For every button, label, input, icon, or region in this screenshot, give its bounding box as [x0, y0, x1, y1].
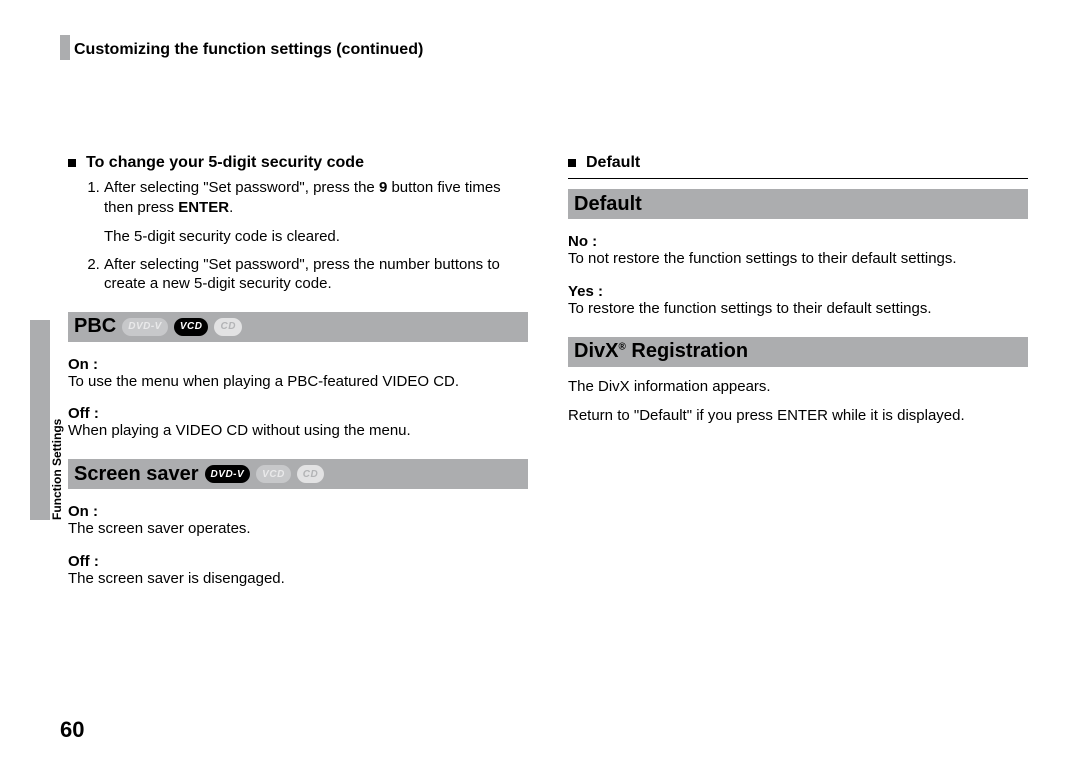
step-1-enter: ENTER: [178, 199, 229, 216]
screensaver-pill-vcd: VCD: [256, 465, 291, 483]
default-mini-heading-text: Default: [586, 154, 640, 172]
default-mini-heading: Default: [568, 154, 1028, 172]
screensaver-off-label: Off :: [68, 553, 528, 570]
default-section-bar: Default: [568, 189, 1028, 219]
divx-title: DivX® Registration: [574, 340, 748, 363]
pbc-off-label: Off :: [68, 405, 528, 422]
header-marker-box: [60, 35, 70, 60]
registered-icon: ®: [618, 341, 625, 352]
security-steps: After selecting "Set password", press th…: [68, 178, 528, 294]
right-column: Default Default No : To not restore the …: [568, 150, 1028, 589]
pbc-pill-cd: CD: [214, 318, 241, 336]
screensaver-title: Screen saver: [74, 463, 199, 486]
content-columns: To change your 5-digit security code Aft…: [68, 150, 1028, 589]
left-column: To change your 5-digit security code Aft…: [68, 150, 528, 589]
security-code-heading: To change your 5-digit security code: [68, 154, 528, 172]
pbc-off-text: When playing a VIDEO CD without using th…: [68, 422, 528, 441]
page-header-title: Customizing the function settings (conti…: [74, 35, 423, 59]
divx-paragraph-1: The DivX information appears.: [568, 377, 1028, 397]
screensaver-on-text: The screen saver operates.: [68, 520, 528, 539]
step-1-tail: .: [229, 199, 233, 216]
step-1: After selecting "Set password", press th…: [104, 178, 528, 247]
side-section-label: Function Settings: [50, 419, 64, 520]
pbc-on-label: On :: [68, 356, 528, 373]
default-yes-label: Yes :: [568, 283, 1028, 300]
pbc-section-bar: PBC DVD-V VCD CD: [68, 312, 528, 342]
step-2: After selecting "Set password", press th…: [104, 255, 528, 294]
screensaver-on-label: On :: [68, 503, 528, 520]
divx-title-post: Registration: [626, 340, 748, 362]
default-no-text: To not restore the function settings to …: [568, 250, 1028, 269]
pbc-title: PBC: [74, 315, 116, 338]
step-1-pre: After selecting "Set password", press th…: [104, 179, 379, 196]
divx-title-pre: DivX: [574, 340, 618, 362]
page-number: 60: [60, 717, 84, 743]
step-1-result: The 5-digit security code is cleared.: [104, 227, 528, 247]
divider: [568, 178, 1028, 179]
default-bar-title: Default: [574, 193, 642, 216]
pbc-on-text: To use the menu when playing a PBC-featu…: [68, 373, 528, 392]
pbc-pill-vcd: VCD: [174, 318, 209, 336]
bullet-square-icon: [68, 159, 76, 167]
screensaver-off-text: The screen saver is disengaged.: [68, 570, 528, 589]
divx-section-bar: DivX® Registration: [568, 337, 1028, 367]
bullet-square-icon: [568, 159, 576, 167]
default-yes-text: To restore the function settings to thei…: [568, 300, 1028, 319]
pbc-pill-dvdv: DVD-V: [122, 318, 168, 336]
manual-page: Customizing the function settings (conti…: [0, 0, 1080, 763]
screensaver-pill-cd: CD: [297, 465, 324, 483]
default-no-label: No :: [568, 233, 1028, 250]
screensaver-section-bar: Screen saver DVD-V VCD CD: [68, 459, 528, 489]
screensaver-pill-dvdv: DVD-V: [205, 465, 251, 483]
security-code-heading-text: To change your 5-digit security code: [86, 154, 364, 172]
divx-paragraph-2: Return to "Default" if you press ENTER w…: [568, 406, 1028, 426]
page-header: Customizing the function settings (conti…: [60, 0, 1080, 60]
side-thumb-tab: [30, 320, 50, 520]
